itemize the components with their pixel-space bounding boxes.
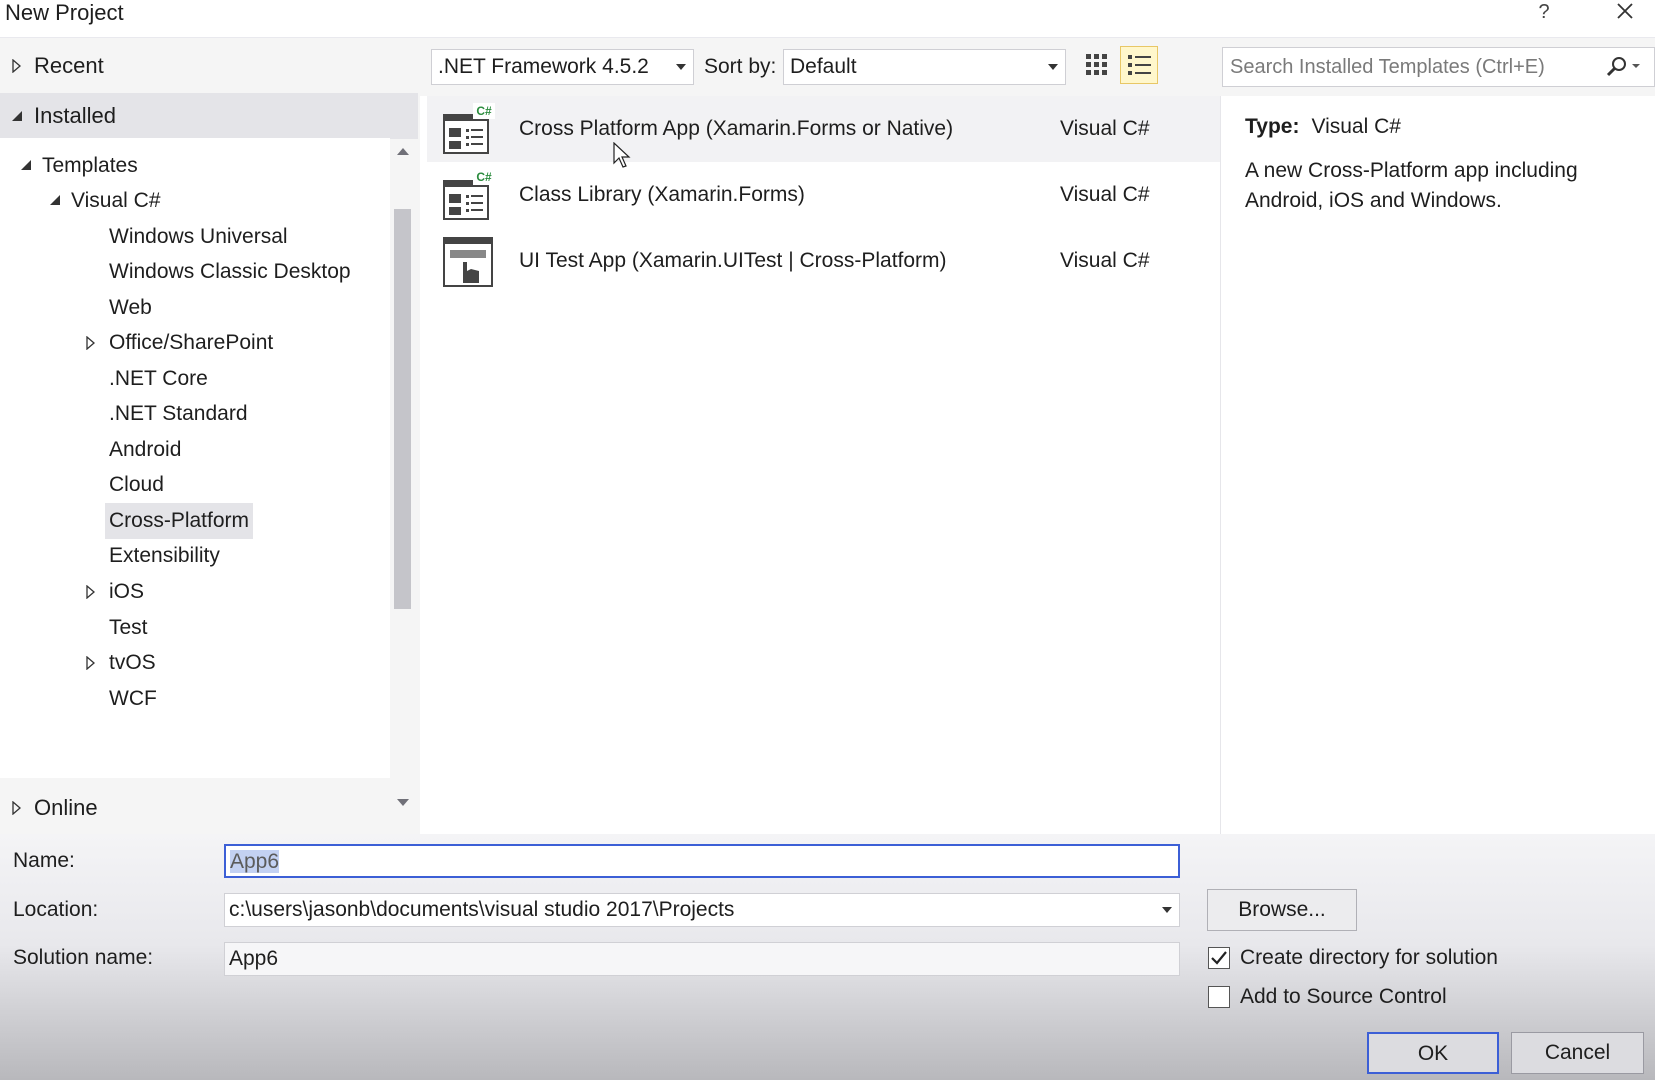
csharp-badge: C# bbox=[476, 104, 492, 118]
search-icon[interactable] bbox=[1604, 55, 1642, 79]
expanded-triangle-icon bbox=[21, 160, 31, 170]
template-row-class-library[interactable]: C# Class Library (Xamarin.Forms) Visual … bbox=[427, 162, 1220, 228]
create-directory-label: Create directory for solution bbox=[1240, 946, 1498, 969]
grid-view-icon bbox=[1086, 54, 1107, 75]
section-recent[interactable]: Recent bbox=[0, 43, 418, 89]
tree-item-templates[interactable]: Templates bbox=[20, 148, 138, 184]
grid-view-button[interactable] bbox=[1077, 46, 1115, 84]
collapsed-triangle-icon bbox=[0, 43, 34, 89]
project-template-icon: C# bbox=[443, 103, 495, 154]
checkbox-unchecked[interactable] bbox=[1208, 986, 1230, 1008]
type-label: Type: bbox=[1245, 115, 1300, 138]
location-combobox[interactable]: c:\users\jasonb\documents\visual studio … bbox=[224, 893, 1180, 927]
tree-scroll-thumb[interactable] bbox=[394, 209, 411, 609]
tree-item-office-sharepoint[interactable]: Office/SharePoint bbox=[84, 325, 273, 361]
template-name: UI Test App (Xamarin.UITest | Cross-Plat… bbox=[519, 249, 947, 272]
source-control-checkbox[interactable]: Add to Source Control bbox=[1208, 982, 1548, 1012]
tree-item-visual-csharp[interactable]: Visual C# bbox=[49, 183, 161, 219]
help-button[interactable]: ? bbox=[1530, 0, 1558, 26]
tree-item-label: Visual C# bbox=[71, 189, 161, 212]
template-description: A new Cross-Platform app including Andro… bbox=[1245, 159, 1578, 212]
create-directory-checkbox[interactable]: Create directory for solution bbox=[1208, 943, 1548, 973]
scroll-up-icon[interactable] bbox=[395, 145, 411, 157]
collapsed-triangle-icon bbox=[0, 785, 34, 831]
expanded-triangle-icon bbox=[50, 195, 60, 205]
window-title: New Project bbox=[5, 0, 124, 25]
collapsed-triangle-icon bbox=[86, 656, 95, 670]
template-type: Type: Visual C# bbox=[1245, 112, 1401, 142]
location-label: Location: bbox=[13, 898, 99, 921]
close-button[interactable] bbox=[1608, 0, 1642, 26]
ok-button[interactable]: OK bbox=[1367, 1032, 1499, 1074]
framework-value: .NET Framework 4.5.2 bbox=[438, 55, 649, 78]
close-icon bbox=[1617, 3, 1633, 19]
collapsed-triangle-icon bbox=[86, 585, 95, 599]
template-language: Visual C# bbox=[1060, 249, 1150, 272]
template-row-cross-platform-app[interactable]: C# Cross Platform App (Xamarin.Forms or … bbox=[427, 96, 1220, 168]
template-tree: Templates Visual C# Windows Universal Wi… bbox=[0, 138, 390, 778]
chevron-down-icon[interactable] bbox=[1161, 906, 1173, 914]
list-view-icon bbox=[1128, 55, 1151, 75]
csharp-badge: C# bbox=[476, 170, 492, 184]
ui-test-template-icon bbox=[443, 237, 493, 287]
solution-name-label: Solution name: bbox=[13, 946, 154, 969]
tree-item-web[interactable]: Web bbox=[109, 290, 152, 326]
sort-value: Default bbox=[790, 55, 857, 78]
sort-by-label: Sort by: bbox=[704, 55, 777, 78]
tree-item-windows-classic-desktop[interactable]: Windows Classic Desktop bbox=[109, 254, 351, 290]
type-value: Visual C# bbox=[1311, 115, 1401, 138]
name-input[interactable]: App6 bbox=[224, 844, 1180, 878]
tree-item-label: iOS bbox=[109, 580, 145, 603]
chevron-down-icon bbox=[676, 64, 686, 70]
tree-item-tvos[interactable]: tvOS bbox=[84, 645, 156, 681]
browse-button[interactable]: Browse... bbox=[1207, 889, 1357, 931]
tree-item-label: tvOS bbox=[109, 651, 156, 674]
chevron-down-icon bbox=[1048, 64, 1058, 70]
search-placeholder: Search Installed Templates (Ctrl+E) bbox=[1230, 56, 1545, 78]
tree-item-cloud[interactable]: Cloud bbox=[109, 467, 164, 503]
tree-item-net-core[interactable]: .NET Core bbox=[109, 361, 208, 397]
section-installed[interactable]: Installed bbox=[0, 93, 418, 139]
template-name: Cross Platform App (Xamarin.Forms or Nat… bbox=[519, 117, 954, 140]
template-details: Type: Visual C# A new Cross-Platform app … bbox=[1220, 96, 1655, 834]
tree-item-net-standard[interactable]: .NET Standard bbox=[109, 396, 248, 432]
checkmark-icon bbox=[1211, 951, 1227, 965]
location-value: c:\users\jasonb\documents\visual studio … bbox=[229, 898, 735, 921]
tree-item-test[interactable]: Test bbox=[109, 610, 148, 646]
sort-dropdown[interactable]: Default bbox=[783, 49, 1066, 85]
tree-item-extensibility[interactable]: Extensibility bbox=[109, 538, 220, 574]
name-value: App6 bbox=[230, 850, 280, 873]
tree-item-ios[interactable]: iOS bbox=[84, 574, 144, 610]
title-bar: New Project ? bbox=[0, 0, 1655, 38]
checkbox-checked[interactable] bbox=[1208, 947, 1230, 969]
template-list: C# Cross Platform App (Xamarin.Forms or … bbox=[427, 96, 1220, 834]
search-input[interactable]: Search Installed Templates (Ctrl+E) bbox=[1222, 47, 1655, 87]
template-language: Visual C# bbox=[1060, 117, 1150, 140]
expanded-triangle-icon bbox=[0, 93, 34, 139]
list-view-button[interactable] bbox=[1120, 46, 1158, 84]
template-row-ui-test-app[interactable]: UI Test App (Xamarin.UITest | Cross-Plat… bbox=[427, 228, 1220, 294]
tree-item-android[interactable]: Android bbox=[109, 432, 181, 468]
template-language: Visual C# bbox=[1060, 183, 1150, 206]
section-online[interactable]: Online bbox=[0, 785, 418, 831]
solution-name-input[interactable]: App6 bbox=[224, 942, 1180, 976]
template-name: Class Library (Xamarin.Forms) bbox=[519, 183, 805, 206]
section-online-label: Online bbox=[34, 795, 98, 820]
source-control-label: Add to Source Control bbox=[1240, 985, 1447, 1008]
tree-item-wcf[interactable]: WCF bbox=[109, 681, 157, 717]
solution-name-value: App6 bbox=[229, 947, 279, 970]
collapsed-triangle-icon bbox=[86, 336, 95, 350]
tree-item-cross-platform[interactable]: Cross-Platform bbox=[105, 503, 254, 539]
section-recent-label: Recent bbox=[34, 53, 104, 78]
name-label: Name: bbox=[13, 849, 75, 872]
cancel-button[interactable]: Cancel bbox=[1511, 1032, 1644, 1074]
project-form: Name: App6 Location: c:\users\jasonb\doc… bbox=[0, 834, 1655, 1080]
section-installed-label: Installed bbox=[34, 103, 116, 128]
tree-item-label: Office/SharePoint bbox=[109, 331, 274, 354]
left-pane: Recent Installed Templates Visual C# Win… bbox=[0, 38, 420, 834]
project-template-icon: C# bbox=[443, 169, 495, 220]
tree-item-windows-universal[interactable]: Windows Universal bbox=[109, 219, 288, 255]
framework-dropdown[interactable]: .NET Framework 4.5.2 bbox=[431, 49, 694, 85]
tree-item-label: Templates bbox=[42, 154, 138, 177]
